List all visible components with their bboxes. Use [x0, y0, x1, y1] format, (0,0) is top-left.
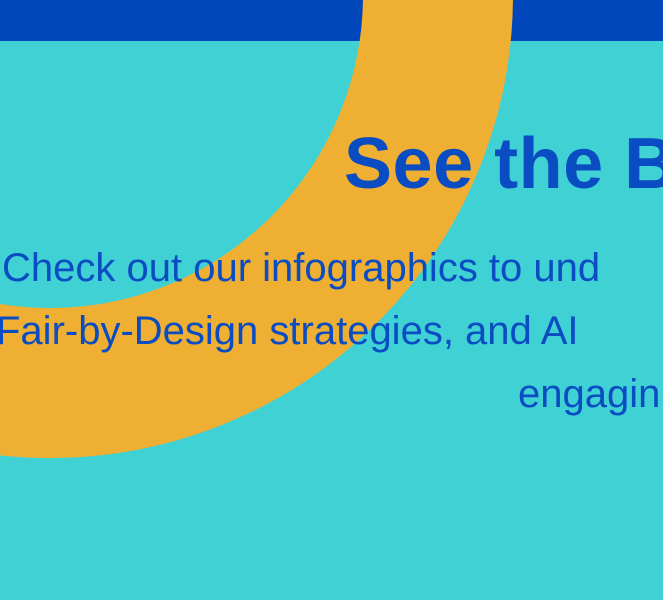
- page: See the B Check out our infographics to …: [0, 0, 663, 600]
- intro-line-1: Check out our infographics to und: [2, 246, 601, 290]
- intro-line-3: engagin: [518, 372, 661, 416]
- intro-line-2: Fair-by-Design strategies, and AI: [0, 309, 579, 353]
- intro-text: Check out our infographics to und Fair-b…: [0, 0, 663, 600]
